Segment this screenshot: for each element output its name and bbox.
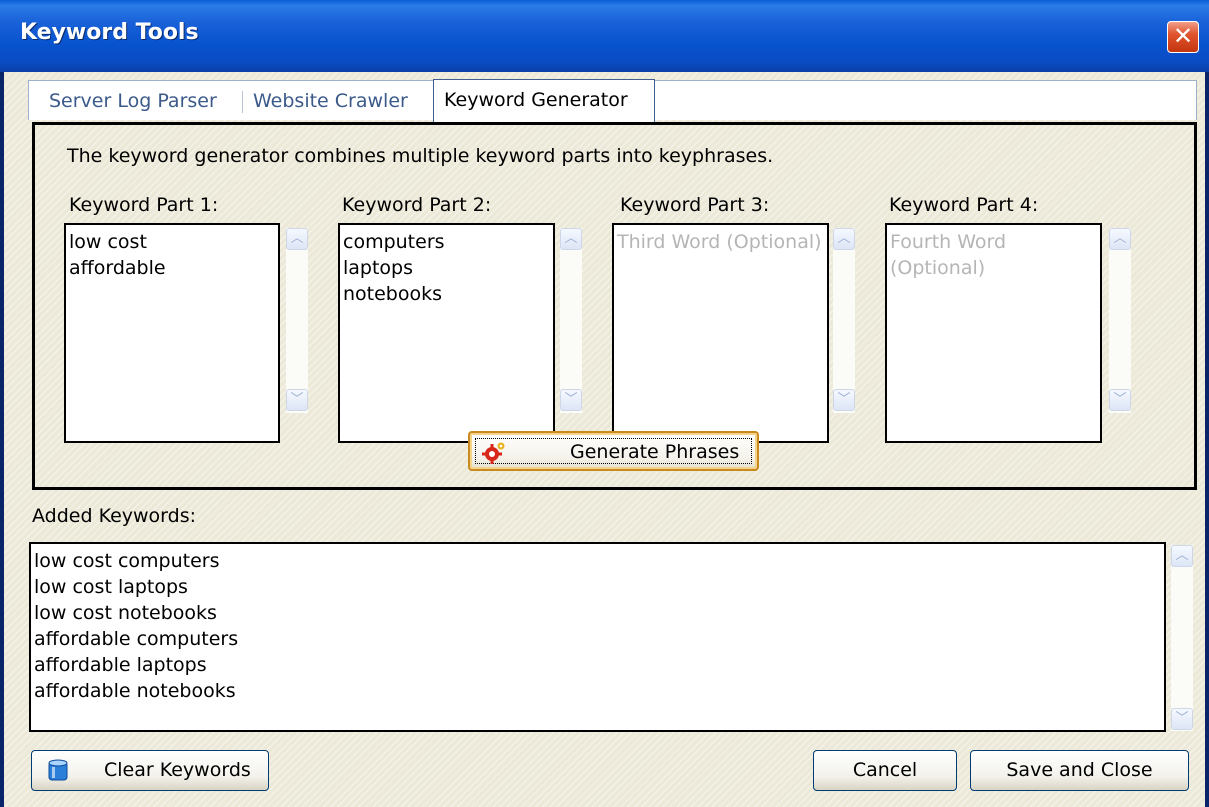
clear-keywords-label: Clear Keywords [104, 759, 251, 781]
scroll-up-icon[interactable]: ︿ [1109, 228, 1131, 250]
scroll-down-icon[interactable]: ﹀ [560, 389, 582, 411]
generate-phrases-button[interactable]: Generate Phrases [468, 431, 759, 471]
keyword-part-4-label: Keyword Part 4: [889, 194, 1039, 216]
close-icon: ✕ [1172, 22, 1194, 50]
scroll-down-icon[interactable]: ﹀ [1109, 389, 1131, 411]
added-keywords-textarea[interactable]: low cost computers low cost laptops low … [29, 542, 1166, 732]
title-bar[interactable]: Keyword Tools ✕ [0, 0, 1209, 72]
keyword-part-4-input[interactable]: Fourth Word (Optional) [885, 223, 1102, 443]
generate-phrases-label: Generate Phrases [570, 441, 740, 463]
scroll-down-icon[interactable]: ﹀ [833, 389, 855, 411]
scroll-up-icon[interactable]: ︿ [560, 228, 582, 250]
keyword-part-2-scrollbar[interactable]: ︿ ﹀ [560, 228, 582, 413]
generator-description: The keyword generator combines multiple … [67, 145, 774, 167]
tab-website-crawler[interactable]: Website Crawler [243, 81, 418, 121]
keyword-part-1-scrollbar[interactable]: ︿ ﹀ [286, 228, 308, 413]
keyword-part-4-scrollbar[interactable]: ︿ ﹀ [1109, 228, 1131, 413]
save-and-close-button[interactable]: Save and Close [970, 750, 1189, 791]
window-title: Keyword Tools [20, 20, 199, 45]
scroll-up-icon[interactable]: ︿ [1171, 545, 1193, 567]
tab-keyword-generator[interactable]: Keyword Generator [433, 79, 655, 122]
scroll-up-icon[interactable]: ︿ [833, 228, 855, 250]
keyword-part-3-label: Keyword Part 3: [620, 194, 770, 216]
keyword-part-3-scrollbar[interactable]: ︿ ﹀ [833, 228, 855, 413]
cancel-button[interactable]: Cancel [813, 750, 957, 791]
added-keywords-label: Added Keywords: [32, 505, 197, 527]
keyword-part-2-input[interactable]: computers laptops notebooks [338, 223, 555, 443]
tab-server-log-parser[interactable]: Server Log Parser [39, 81, 227, 121]
scroll-down-icon[interactable]: ﹀ [1171, 708, 1193, 730]
gear-icon [482, 442, 505, 464]
window-frame-right [1205, 72, 1209, 807]
keyword-part-1-label: Keyword Part 1: [69, 194, 219, 216]
scroll-up-icon[interactable]: ︿ [286, 228, 308, 250]
added-keywords-scrollbar[interactable]: ︿ ﹀ [1171, 545, 1193, 731]
keyword-part-2-label: Keyword Part 2: [342, 194, 492, 216]
close-button[interactable]: ✕ [1167, 21, 1199, 53]
clear-keywords-button[interactable]: Clear Keywords [31, 750, 269, 791]
database-icon [48, 759, 68, 781]
tab-strip: Server Log Parser Website Crawler Keywor… [28, 79, 1197, 122]
scroll-down-icon[interactable]: ﹀ [286, 389, 308, 411]
keyword-part-3-input[interactable]: Third Word (Optional) [612, 223, 829, 443]
keyword-part-1-input[interactable]: low cost affordable [64, 223, 280, 443]
